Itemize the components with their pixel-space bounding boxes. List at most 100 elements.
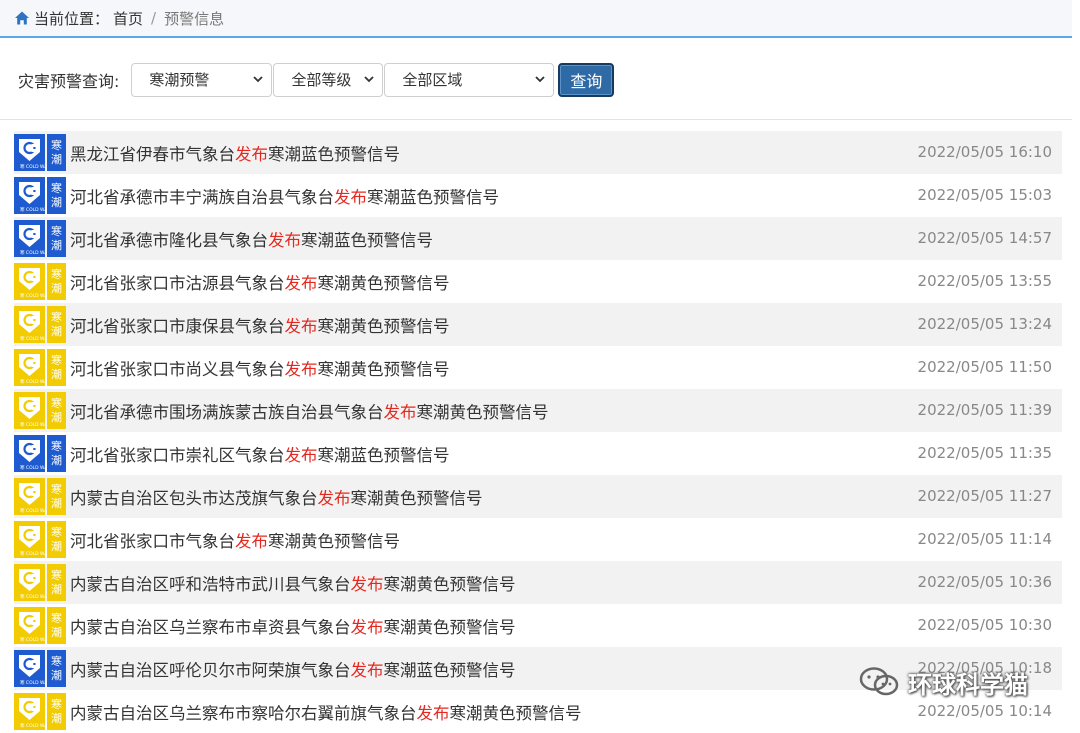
cold-wave-warning-icon: 寒 COLD WAVE (14, 435, 45, 472)
alert-signal: 寒潮黄色预警信号 (449, 703, 582, 723)
alert-time: 2022/05/05 11:50 (917, 358, 1052, 376)
alert-station: 河北省承德市围场满族蒙古族自治县气象台 (70, 402, 384, 422)
warning-type-select[interactable]: 寒潮预警 (131, 62, 273, 97)
alert-station: 黑龙江省伊春市气象台 (70, 144, 235, 164)
region-select[interactable]: 全部区域 (384, 62, 555, 97)
cold-wave-blue-badge: 寒 COLD WAVE寒潮 (14, 134, 66, 171)
alert-row[interactable]: 寒 COLD WAVE寒潮内蒙古自治区呼和浩特市武川县气象台发布寒潮黄色预警信号… (14, 561, 1062, 604)
alert-verb: 发布 (235, 144, 268, 164)
cold-wave-warning-icon: 寒 COLD WAVE (14, 220, 45, 257)
alert-verb: 发布 (350, 574, 384, 594)
alert-row[interactable]: 寒 COLD WAVE寒潮河北省承德市隆化县气象台发布寒潮蓝色预警信号 2022/… (14, 217, 1062, 260)
alert-title-link[interactable]: 内蒙古自治区乌兰察布市察哈尔右翼前旗气象台发布寒潮黄色预警信号 (70, 700, 582, 724)
alert-signal: 寒潮黄色预警信号 (383, 617, 516, 637)
warning-level-select-value: 全部等级 (291, 71, 352, 89)
alert-time: 2022/05/05 11:35 (917, 444, 1052, 462)
cold-wave-warning-icon: 寒 COLD WAVE (14, 306, 45, 343)
alert-station: 内蒙古自治区呼和浩特市武川县气象台 (70, 574, 351, 594)
cold-wave-warning-icon: 寒 COLD WAVE (14, 134, 45, 171)
alert-title-link[interactable]: 河北省承德市丰宁满族自治县气象台发布寒潮蓝色预警信号 (70, 184, 499, 208)
svg-text:寒 COLD WAVE: 寒 COLD WAVE (20, 722, 45, 729)
breadcrumb-home-link[interactable]: 首页 (113, 8, 143, 29)
alert-signal: 寒潮黄色预警信号 (268, 531, 400, 551)
cold-wave-blue-badge: 寒 COLD WAVE寒潮 (14, 177, 66, 214)
badge-label: 寒潮 (47, 220, 66, 257)
query-button[interactable]: 查询 (558, 62, 615, 97)
alert-row[interactable]: 寒 COLD WAVE寒潮河北省张家口市尚义县气象台发布寒潮黄色预警信号 2022… (14, 346, 1062, 389)
alert-title-link[interactable]: 河北省张家口市崇礼区气象台发布寒潮蓝色预警信号 (70, 442, 450, 466)
alert-time: 2022/05/05 13:24 (917, 315, 1052, 333)
svg-text:寒 COLD WAVE: 寒 COLD WAVE (20, 421, 45, 428)
cold-wave-warning-icon: 寒 COLD WAVE (14, 564, 45, 601)
badge-label: 寒潮 (47, 134, 66, 171)
alert-title-link[interactable]: 河北省张家口市沽源县气象台发布寒潮黄色预警信号 (70, 270, 450, 294)
alert-time: 2022/05/05 15:03 (917, 186, 1052, 204)
alert-title-link[interactable]: 内蒙古自治区包头市达茂旗气象台发布寒潮黄色预警信号 (70, 485, 483, 509)
badge-label: 寒潮 (47, 177, 66, 214)
breadcrumb: 当前位置： 首页 / 预警信息 (0, 0, 1072, 38)
alert-station: 内蒙古自治区包头市达茂旗气象台 (70, 488, 318, 508)
alert-station: 河北省张家口市气象台 (70, 531, 235, 551)
badge-label: 寒潮 (47, 435, 66, 472)
alert-station: 河北省张家口市崇礼区气象台 (70, 445, 285, 465)
svg-text:寒 COLD WAVE: 寒 COLD WAVE (20, 464, 45, 471)
alert-row[interactable]: 寒 COLD WAVE寒潮内蒙古自治区乌兰察布市卓资县气象台发布寒潮黄色预警信号… (14, 604, 1062, 647)
svg-text:寒 COLD WAVE: 寒 COLD WAVE (20, 593, 45, 600)
alert-time: 2022/05/05 11:14 (917, 530, 1052, 548)
wechat-icon (859, 667, 899, 696)
alert-signal: 寒潮黄色预警信号 (383, 574, 516, 594)
chevron-down-icon (535, 75, 546, 82)
query-bar: 灾害预警查询: 寒潮预警 全部等级 全部区域 查询 (0, 40, 1072, 120)
alert-title-link[interactable]: 河北省承德市围场满族蒙古族自治县气象台发布寒潮黄色预警信号 (70, 399, 549, 423)
cold-wave-warning-icon: 寒 COLD WAVE (14, 177, 45, 214)
alert-verb: 发布 (268, 230, 301, 250)
cold-wave-warning-icon: 寒 COLD WAVE (14, 650, 45, 687)
alert-station: 河北省承德市隆化县气象台 (70, 230, 268, 250)
alert-row[interactable]: 寒 COLD WAVE寒潮河北省张家口市沽源县气象台发布寒潮黄色预警信号 2022… (14, 260, 1062, 303)
alert-title-link[interactable]: 内蒙古自治区呼和浩特市武川县气象台发布寒潮黄色预警信号 (70, 571, 516, 595)
alert-verb: 发布 (284, 359, 318, 379)
alert-time: 2022/05/05 16:10 (917, 143, 1052, 161)
badge-label: 寒潮 (47, 564, 66, 601)
watermark-text: 环球科学猫 (908, 670, 1028, 699)
alert-signal: 寒潮黄色预警信号 (317, 273, 450, 293)
alert-verb: 发布 (284, 316, 318, 336)
warning-level-select[interactable]: 全部等级 (273, 62, 384, 97)
cold-wave-yellow-badge: 寒 COLD WAVE寒潮 (14, 392, 66, 429)
alert-time: 2022/05/05 11:27 (917, 487, 1052, 505)
alert-row[interactable]: 寒 COLD WAVE寒潮内蒙古自治区包头市达茂旗气象台发布寒潮黄色预警信号 20… (14, 475, 1062, 518)
cold-wave-blue-badge: 寒 COLD WAVE寒潮 (14, 220, 66, 257)
breadcrumb-separator: / (151, 9, 157, 27)
alert-row[interactable]: 寒 COLD WAVE寒潮河北省张家口市气象台发布寒潮黄色预警信号 2022/05… (14, 518, 1062, 561)
badge-label: 寒潮 (47, 607, 66, 644)
alert-verb: 发布 (334, 187, 367, 207)
alert-title-link[interactable]: 内蒙古自治区乌兰察布市卓资县气象台发布寒潮黄色预警信号 (70, 614, 516, 638)
alert-title-link[interactable]: 河北省承德市隆化县气象台发布寒潮蓝色预警信号 (70, 227, 433, 251)
cold-wave-warning-icon: 寒 COLD WAVE (14, 693, 45, 730)
alert-station: 河北省张家口市康保县气象台 (70, 316, 285, 336)
badge-label: 寒潮 (47, 306, 66, 343)
alert-row[interactable]: 寒 COLD WAVE寒潮河北省张家口市崇礼区气象台发布寒潮蓝色预警信号 2022… (14, 432, 1062, 475)
alert-signal: 寒潮蓝色预警信号 (317, 445, 450, 465)
alert-title-link[interactable]: 河北省张家口市尚义县气象台发布寒潮黄色预警信号 (70, 356, 450, 380)
svg-text:寒 COLD WAVE: 寒 COLD WAVE (20, 550, 45, 557)
alert-row[interactable]: 寒 COLD WAVE寒潮河北省承德市围场满族蒙古族自治县气象台发布寒潮黄色预警… (14, 389, 1062, 432)
alert-signal: 寒潮黄色预警信号 (317, 316, 450, 336)
alert-title-link[interactable]: 内蒙古自治区呼伦贝尔市阿荣旗气象台发布寒潮蓝色预警信号 (70, 657, 516, 681)
alert-row[interactable]: 寒 COLD WAVE寒潮河北省承德市丰宁满族自治县气象台发布寒潮蓝色预警信号 2… (14, 174, 1062, 217)
badge-label: 寒潮 (47, 650, 66, 687)
alert-title-link[interactable]: 河北省张家口市气象台发布寒潮黄色预警信号 (70, 528, 400, 552)
alert-row[interactable]: 寒 COLD WAVE寒潮黑龙江省伊春市气象台发布寒潮蓝色预警信号 2022/05… (14, 131, 1062, 174)
cold-wave-yellow-badge: 寒 COLD WAVE寒潮 (14, 693, 66, 730)
alert-row[interactable]: 寒 COLD WAVE寒潮河北省张家口市康保县气象台发布寒潮黄色预警信号 2022… (14, 303, 1062, 346)
cold-wave-blue-badge: 寒 COLD WAVE寒潮 (14, 435, 66, 472)
alert-time: 2022/05/05 11:39 (917, 401, 1052, 419)
alert-verb: 发布 (350, 617, 384, 637)
badge-label: 寒潮 (47, 478, 66, 515)
alert-signal: 寒潮黄色预警信号 (317, 359, 450, 379)
chevron-down-icon (253, 75, 264, 82)
alert-title-link[interactable]: 河北省张家口市康保县气象台发布寒潮黄色预警信号 (70, 313, 450, 337)
cold-wave-warning-icon: 寒 COLD WAVE (14, 521, 45, 558)
alert-title-link[interactable]: 黑龙江省伊春市气象台发布寒潮蓝色预警信号 (70, 141, 400, 165)
cold-wave-yellow-badge: 寒 COLD WAVE寒潮 (14, 521, 66, 558)
